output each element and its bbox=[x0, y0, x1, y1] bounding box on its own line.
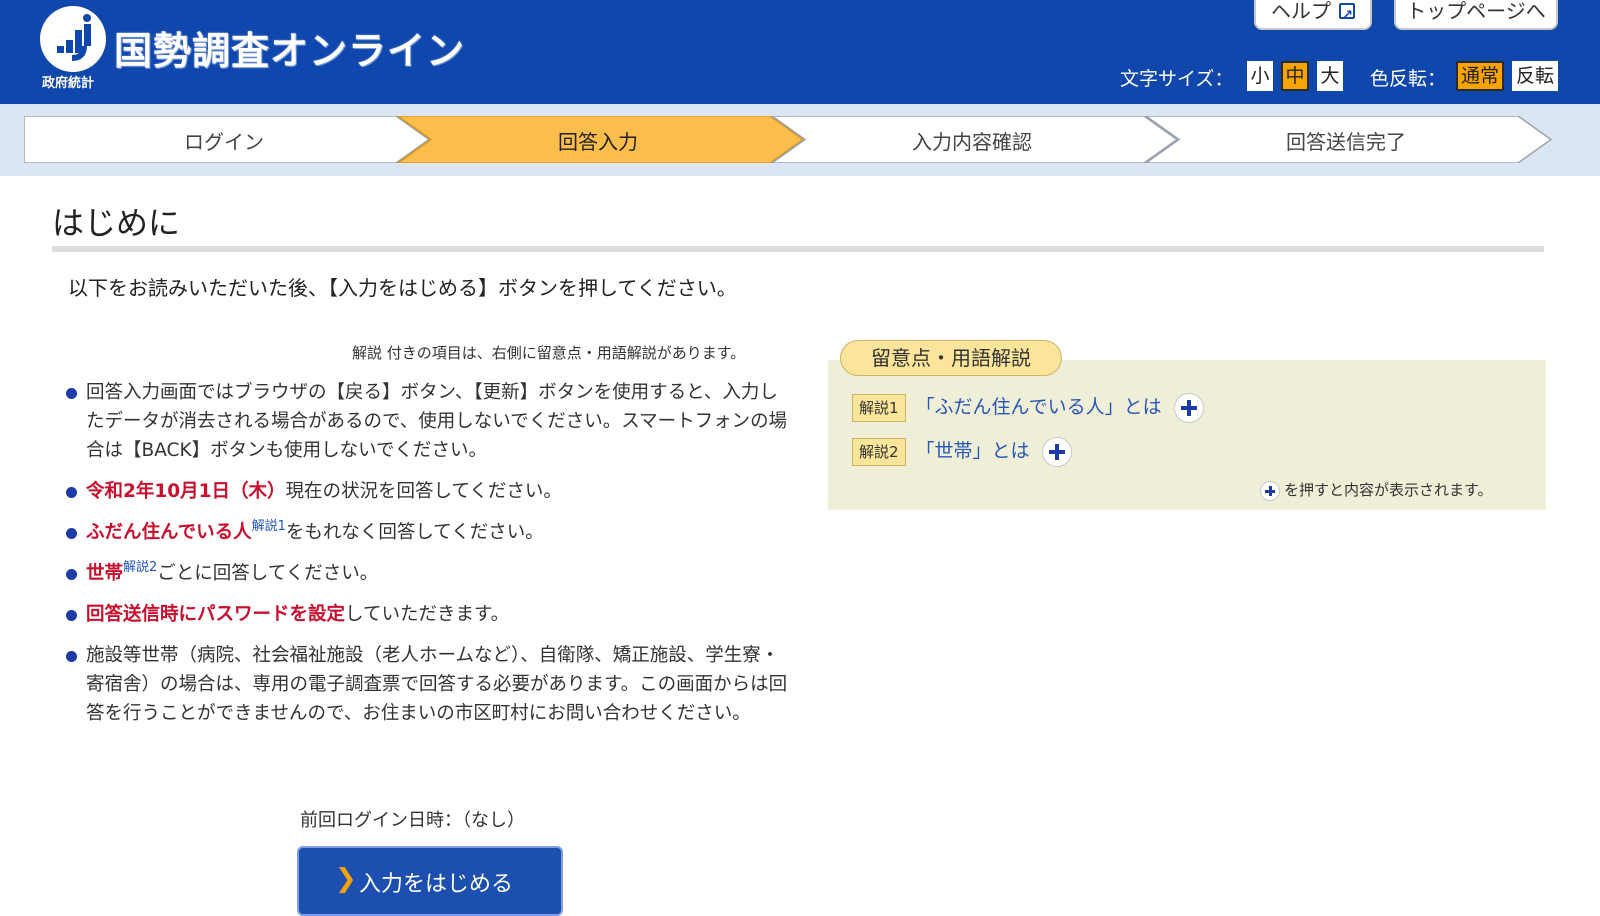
list-item: 回答入力画面ではブラウザの【戻る】ボタン、【更新】ボタンを使用すると、入力したデ… bbox=[66, 378, 796, 465]
site-subtitle: 政府統計 bbox=[42, 76, 95, 91]
glossary-item-label[interactable]: 「ふだん住んでいる人」とは bbox=[916, 396, 1162, 418]
title-divider bbox=[52, 246, 1544, 252]
external-link-icon bbox=[1339, 0, 1355, 33]
font-size-medium[interactable]: 中 bbox=[1281, 61, 1309, 91]
instruction-list: 回答入力画面ではブラウザの【戻る】ボタン、【更新】ボタンを使用すると、入力したデ… bbox=[66, 378, 796, 740]
top-page-button[interactable]: トップページへ bbox=[1394, 0, 1558, 30]
start-input-button-label: 入力をはじめる bbox=[359, 872, 514, 897]
list-item: ふだん住んでいる人解説1をもれなく回答してください。 bbox=[66, 518, 796, 547]
intro-text: 以下をお読みいただいた後、【入力をはじめる】ボタンを押してください。 bbox=[68, 276, 737, 300]
glossary-tag: 解説1 bbox=[852, 393, 906, 422]
glossary-item-label[interactable]: 「世帯」とは bbox=[916, 440, 1030, 462]
help-button[interactable]: ヘルプ bbox=[1254, 0, 1372, 33]
list-item: 世帯解説2ごとに回答してください。 bbox=[66, 559, 796, 588]
site-header: 国勢調査オンライン 政府統計 ヘルプ トップページへ 文字サイズ： 小 中 大 … bbox=[0, 0, 1600, 104]
color-invert-label: 色反転： bbox=[1370, 68, 1447, 90]
glossary-note: 解説 付きの項目は、右側に留意点・用語解説があります。 bbox=[352, 344, 746, 362]
help-button-label: ヘルプ bbox=[1271, 0, 1331, 23]
last-login-text: 前回ログイン日時：（なし） bbox=[300, 810, 525, 831]
glossary-link-1[interactable]: 解説1 bbox=[252, 519, 286, 534]
color-mode-normal[interactable]: 通常 bbox=[1456, 61, 1504, 91]
page-title: はじめに bbox=[52, 204, 181, 242]
list-item: 令和2年10月1日（木）現在の状況を回答してください。 bbox=[66, 477, 796, 506]
step-login: ログイン bbox=[184, 130, 264, 154]
font-size-label: 文字サイズ： bbox=[1120, 68, 1234, 90]
site-title[interactable]: 国勢調査オンライン bbox=[114, 20, 465, 75]
glossary-item-2[interactable]: 解説2 「世帯」とは bbox=[852, 436, 1072, 467]
start-input-button[interactable]: ❯ 入力をはじめる bbox=[297, 846, 563, 916]
site-logo-icon[interactable] bbox=[40, 6, 106, 72]
expand-plus-icon[interactable] bbox=[1041, 436, 1072, 467]
glossary-panel-note: を押すと内容が表示されます。 bbox=[1260, 479, 1493, 501]
glossary-link-2[interactable]: 解説2 bbox=[123, 560, 157, 575]
survey-date: 令和2年10月1日（木） bbox=[86, 481, 286, 502]
plus-icon bbox=[1260, 480, 1280, 501]
step-confirm: 入力内容確認 bbox=[912, 130, 1032, 154]
progress-steps: ログイン 回答入力 入力内容確認 回答送信完了 bbox=[24, 116, 1558, 163]
glossary-panel-title: 留意点・用語解説 bbox=[840, 340, 1062, 376]
expand-plus-icon[interactable] bbox=[1173, 392, 1204, 423]
font-size-large[interactable]: 大 bbox=[1317, 61, 1343, 91]
list-item: 回答送信時にパスワードを設定していただきます。 bbox=[66, 600, 796, 629]
list-item: 施設等世帯（病院、社会福祉施設（老人ホームなど）、自衛隊、矯正施設、学生寮・寄宿… bbox=[66, 641, 796, 728]
glossary-tag: 解説2 bbox=[852, 437, 906, 466]
step-complete: 回答送信完了 bbox=[1286, 130, 1406, 154]
step-answer-input: 回答入力 bbox=[558, 130, 638, 154]
color-mode-invert[interactable]: 反転 bbox=[1512, 61, 1558, 91]
chevron-right-icon: ❯ bbox=[335, 864, 357, 894]
font-size-small[interactable]: 小 bbox=[1247, 61, 1273, 91]
glossary-item-1[interactable]: 解説1 「ふだん住んでいる人」とは bbox=[852, 392, 1204, 423]
